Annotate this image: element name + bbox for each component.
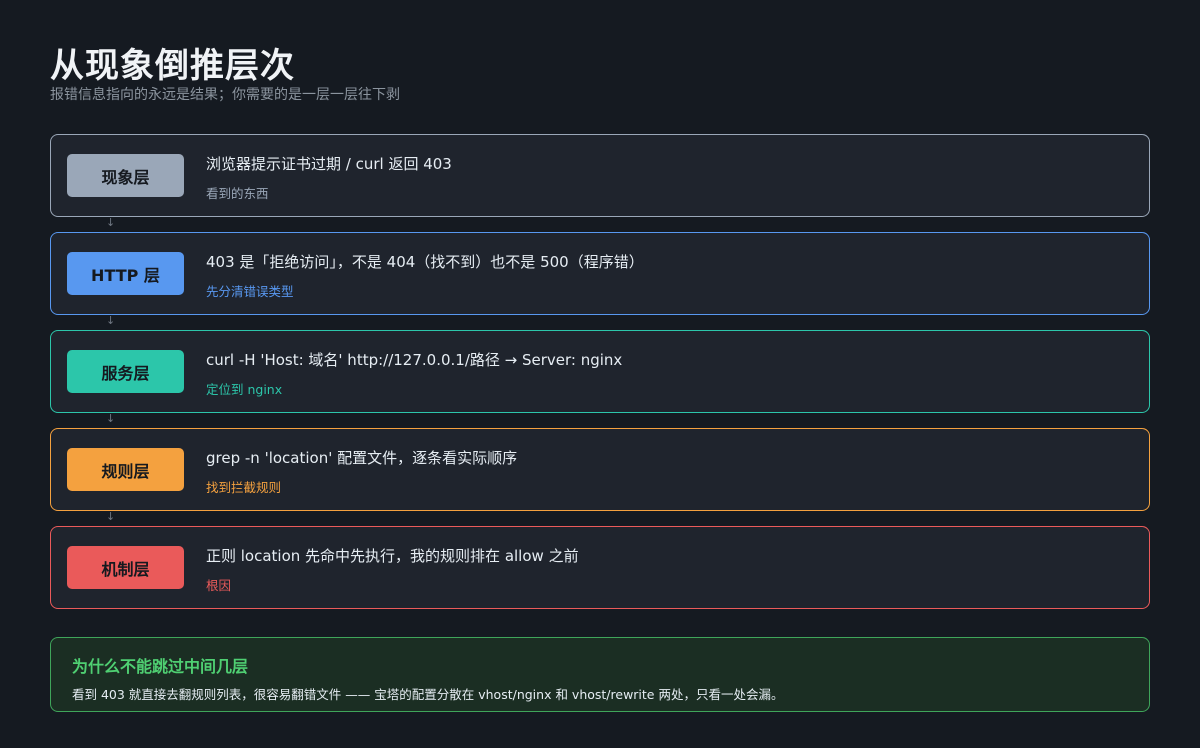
- layer-main-text: 403 是「拒绝访问」，不是 404（找不到）也不是 500（程序错）: [206, 253, 644, 271]
- note-title: 为什么不能跳过中间几层: [72, 657, 249, 676]
- layer-card-service: 服务层 curl -H 'Host: 域名' http://127.0.0.1/…: [50, 330, 1150, 413]
- layer-main-text: curl -H 'Host: 域名' http://127.0.0.1/路径 →…: [206, 351, 623, 369]
- diagram-page: 从现象倒推层次 报错信息指向的永远是结果；你需要的是一层一层往下剥 现象层 浏览…: [0, 0, 1200, 748]
- down-arrow-icon: ↓: [106, 216, 116, 229]
- layer-card-mechanism: 机制层 正则 location 先命中先执行，我的规则排在 allow 之前 根…: [50, 526, 1150, 609]
- layer-sub-text: 根因: [206, 578, 232, 593]
- layer-main-text: 浏览器提示证书过期 / curl 返回 403: [206, 155, 452, 173]
- layer-main-text: 正则 location 先命中先执行，我的规则排在 allow 之前: [206, 547, 579, 565]
- layer-card-rule: 规则层 grep -n 'location' 配置文件，逐条看实际顺序 找到拦截…: [50, 428, 1150, 511]
- layer-main-text: grep -n 'location' 配置文件，逐条看实际顺序: [206, 449, 518, 467]
- page-title: 从现象倒推层次: [50, 46, 295, 86]
- layer-sub-text: 定位到 nginx: [206, 382, 283, 397]
- down-arrow-icon: ↓: [106, 510, 116, 523]
- down-arrow-icon: ↓: [106, 412, 116, 425]
- layer-badge: 现象层: [67, 154, 184, 197]
- page-subtitle: 报错信息指向的永远是结果；你需要的是一层一层往下剥: [50, 87, 400, 103]
- layer-sub-text: 先分清错误类型: [206, 284, 294, 299]
- layer-badge: 机制层: [67, 546, 184, 589]
- layer-badge: 规则层: [67, 448, 184, 491]
- note-body: 看到 403 就直接去翻规则列表，很容易翻错文件 —— 宝塔的配置分散在 vho…: [72, 687, 784, 702]
- layer-stack: 现象层 浏览器提示证书过期 / curl 返回 403 看到的东西 ↓ HTTP…: [50, 134, 1150, 609]
- layer-badge: 服务层: [67, 350, 184, 393]
- layer-card-http: HTTP 层 403 是「拒绝访问」，不是 404（找不到）也不是 500（程序…: [50, 232, 1150, 315]
- layer-sub-text: 找到拦截规则: [206, 480, 282, 495]
- layer-card-phenomenon: 现象层 浏览器提示证书过期 / curl 返回 403 看到的东西: [50, 134, 1150, 217]
- note-box: 为什么不能跳过中间几层 看到 403 就直接去翻规则列表，很容易翻错文件 —— …: [50, 637, 1150, 712]
- down-arrow-icon: ↓: [106, 314, 116, 327]
- layer-sub-text: 看到的东西: [206, 186, 269, 201]
- layer-badge: HTTP 层: [67, 252, 184, 295]
